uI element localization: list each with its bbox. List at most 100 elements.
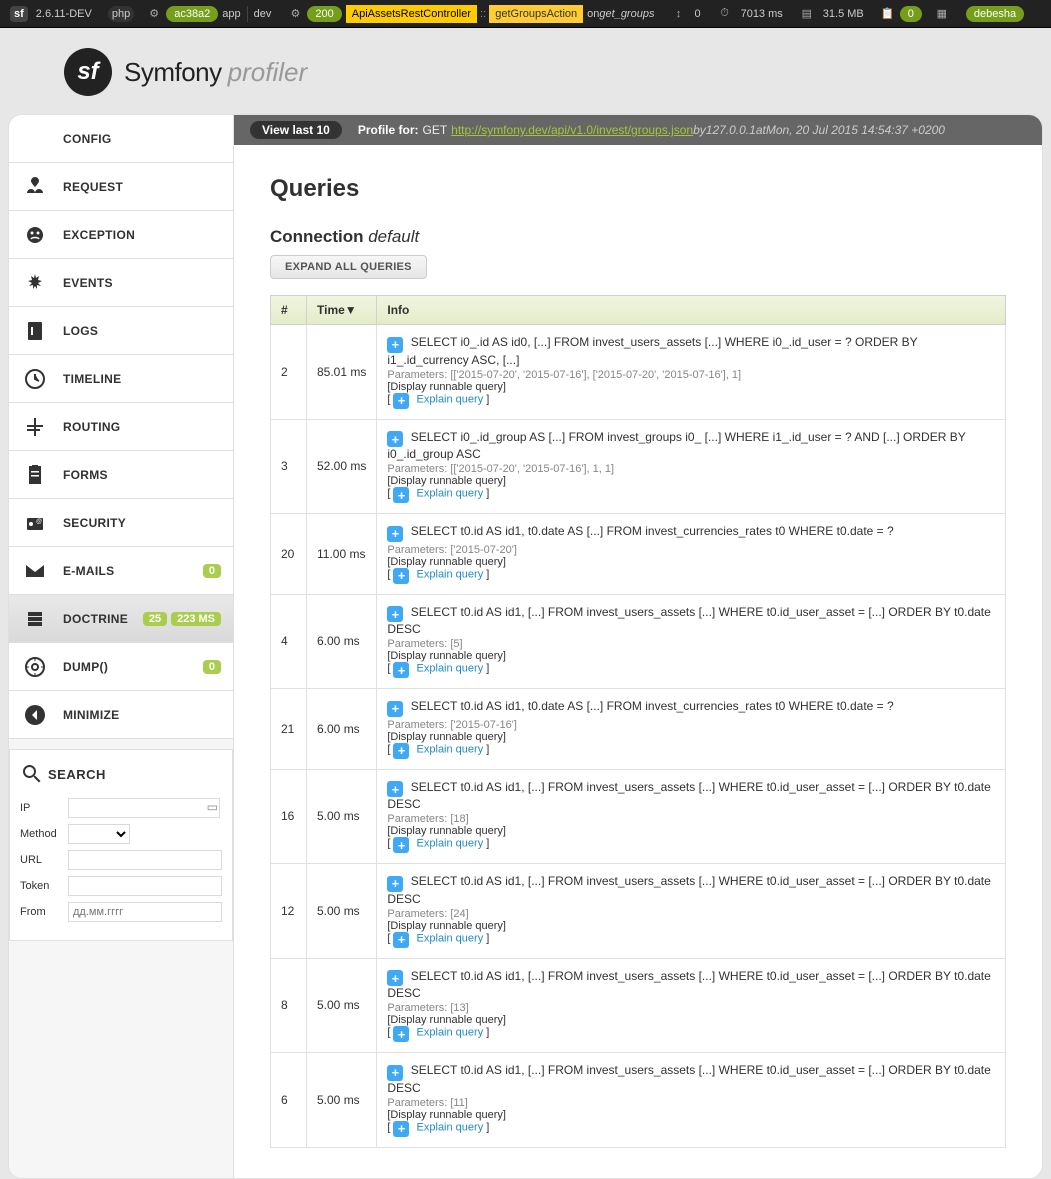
sidebar-item-doctrine[interactable]: DOCTRINE25223 MS (9, 595, 233, 643)
explain-query-link[interactable]: Explain query (413, 568, 483, 580)
expand-sql-icon[interactable]: + (387, 606, 403, 622)
display-runnable-link[interactable]: [Display runnable query] (387, 825, 995, 837)
explain-query-link[interactable]: Explain query (413, 838, 483, 850)
symfony-profiler-logo[interactable]: sf Symfony profiler (64, 48, 307, 96)
search-method-select[interactable] (68, 824, 130, 844)
expand-sql-icon[interactable]: + (387, 970, 403, 986)
search-token-label: Token (20, 880, 68, 892)
sidebar-item-logs[interactable]: LOGS (9, 307, 233, 355)
col-time-header[interactable]: Time▼ (307, 296, 377, 325)
sidebar-item-exception[interactable]: EXCEPTION (9, 211, 233, 259)
expand-explain-icon[interactable]: + (393, 662, 409, 678)
explain-query-link[interactable]: Explain query (413, 393, 483, 405)
search-token-input[interactable] (68, 876, 222, 896)
search-icon (20, 762, 40, 786)
separator-dots: :: (477, 8, 489, 20)
display-runnable-link[interactable]: [Display runnable query] (387, 920, 995, 932)
sidebar-item-e-mails[interactable]: E-MAILS0 (9, 547, 233, 595)
query-parameters: Parameters: [['2015-07-20', '2015-07-16'… (387, 463, 995, 475)
explain-query-link[interactable]: Explain query (413, 1121, 483, 1133)
sidebar-item-minimize[interactable]: MINIMIZE (9, 691, 233, 739)
expand-explain-icon[interactable]: + (393, 1026, 409, 1042)
logs-icon (21, 317, 49, 345)
toolbar-time[interactable]: ⏱ 7013 ms (711, 0, 793, 27)
toolbar-forms[interactable]: ↕ 0 (664, 0, 710, 27)
expand-sql-icon[interactable]: + (387, 337, 403, 353)
connection-name: default (368, 227, 419, 246)
display-runnable-link[interactable]: [Display runnable query] (387, 650, 995, 662)
display-runnable-link[interactable]: [Display runnable query] (387, 731, 995, 743)
expand-explain-icon[interactable]: + (393, 837, 409, 853)
sidebar-item-config[interactable]: CONFIG (9, 115, 233, 163)
sidebar-item-dump-[interactable]: DUMP()0 (9, 643, 233, 691)
toolbar-config[interactable]: ⚙ ac38a2 app dev (140, 0, 281, 27)
toolbar-memory[interactable]: ▤ 31.5 MB (793, 0, 874, 27)
query-info: + SELECT i0_.id AS id0, [...] FROM inves… (377, 325, 1006, 420)
sidebar-item-timeline[interactable]: TIMELINE (9, 355, 233, 403)
query-time: 11.00 ms (307, 514, 377, 595)
query-time: 5.00 ms (307, 769, 377, 864)
display-runnable-link[interactable]: [Display runnable query] (387, 475, 995, 487)
search-title-label: SEARCH (48, 767, 106, 782)
query-sql: SELECT i0_.id AS id0, [...] FROM invest_… (387, 335, 917, 367)
explain-query-link[interactable]: Explain query (413, 932, 483, 944)
display-runnable-link[interactable]: [Display runnable query] (387, 556, 995, 568)
expand-sql-icon[interactable]: + (387, 526, 403, 542)
explain-query-link[interactable]: Explain query (413, 488, 483, 500)
display-runnable-link[interactable]: [Display runnable query] (387, 1109, 995, 1121)
php-icon: php (108, 6, 134, 22)
search-url-input[interactable] (68, 850, 222, 870)
svg-text:@: @ (36, 519, 42, 525)
search-url-label: URL (20, 854, 68, 866)
view-last-button[interactable]: View last 10 (250, 121, 342, 139)
sidebar-item-forms[interactable]: FORMS (9, 451, 233, 499)
explain-query-link[interactable]: Explain query (413, 1027, 483, 1039)
sidebar-item-routing[interactable]: ROUTING (9, 403, 233, 451)
expand-sql-icon[interactable]: + (387, 1065, 403, 1081)
expand-explain-icon[interactable]: + (393, 1121, 409, 1137)
dump--icon (21, 653, 49, 681)
expand-explain-icon[interactable]: + (393, 393, 409, 409)
toolbar-request[interactable]: ⚙ 200 ApiAssetsRestController :: getGrou… (281, 0, 664, 27)
e-mails-icon (21, 557, 49, 585)
col-info-header[interactable]: Info (377, 296, 1006, 325)
toolbar-db[interactable]: 📋 0 (874, 0, 928, 27)
expand-sql-icon[interactable]: + (387, 431, 403, 447)
query-parameters: Parameters: [18] (387, 813, 995, 825)
debug-toolbar: sf 2.6.11-DEV php ⚙ ac38a2 app dev ⚙ 200… (0, 0, 1051, 28)
expand-explain-icon[interactable]: + (393, 932, 409, 948)
sidebar-item-label: LOGS (63, 324, 98, 338)
sidebar-search-panel: SEARCH IP ▭ Method URL Token From (9, 749, 233, 941)
col-num-header[interactable]: # (271, 296, 307, 325)
query-number: 16 (271, 769, 307, 864)
explain-query-link[interactable]: Explain query (413, 663, 483, 675)
toolbar-extra[interactable]: ▦ (928, 0, 960, 27)
search-ip-input[interactable] (68, 798, 220, 818)
explain-query-link[interactable]: Explain query (413, 743, 483, 755)
table-row: 85.00 ms+ SELECT t0.id AS id1, [...] FRO… (271, 958, 1006, 1053)
profile-at: at (756, 123, 766, 137)
toolbar-symfony[interactable]: sf 2.6.11-DEV (4, 0, 102, 27)
search-from-input[interactable] (68, 902, 222, 922)
sidebar-item-events[interactable]: EVENTS (9, 259, 233, 307)
sidebar-item-label: FORMS (63, 468, 108, 482)
query-number: 8 (271, 958, 307, 1053)
expand-sql-icon[interactable]: + (387, 781, 403, 797)
expand-sql-icon[interactable]: + (387, 701, 403, 717)
sidebar-item-security[interactable]: @SECURITY (9, 499, 233, 547)
table-row: 352.00 ms+ SELECT i0_.id_group AS [...] … (271, 419, 1006, 514)
profile-url-link[interactable]: http://symfony.dev/api/v1.0/invest/group… (451, 123, 693, 137)
display-runnable-link[interactable]: [Display runnable query] (387, 1014, 995, 1026)
query-parameters: Parameters: [['2015-07-20', '2015-07-16'… (387, 369, 995, 381)
toolbar-php[interactable]: php (102, 0, 140, 27)
expand-explain-icon[interactable]: + (393, 487, 409, 503)
toolbar-user[interactable]: debesha (960, 0, 1030, 27)
expand-all-button[interactable]: EXPAND ALL QUERIES (270, 255, 427, 279)
display-runnable-link[interactable]: [Display runnable query] (387, 381, 995, 393)
sidebar-item-request[interactable]: REQUEST (9, 163, 233, 211)
expand-sql-icon[interactable]: + (387, 876, 403, 892)
expand-explain-icon[interactable]: + (393, 568, 409, 584)
toolbar-time-value: 7013 ms (741, 8, 783, 20)
query-info: + SELECT t0.id AS id1, [...] FROM invest… (377, 1053, 1006, 1148)
expand-explain-icon[interactable]: + (393, 743, 409, 759)
